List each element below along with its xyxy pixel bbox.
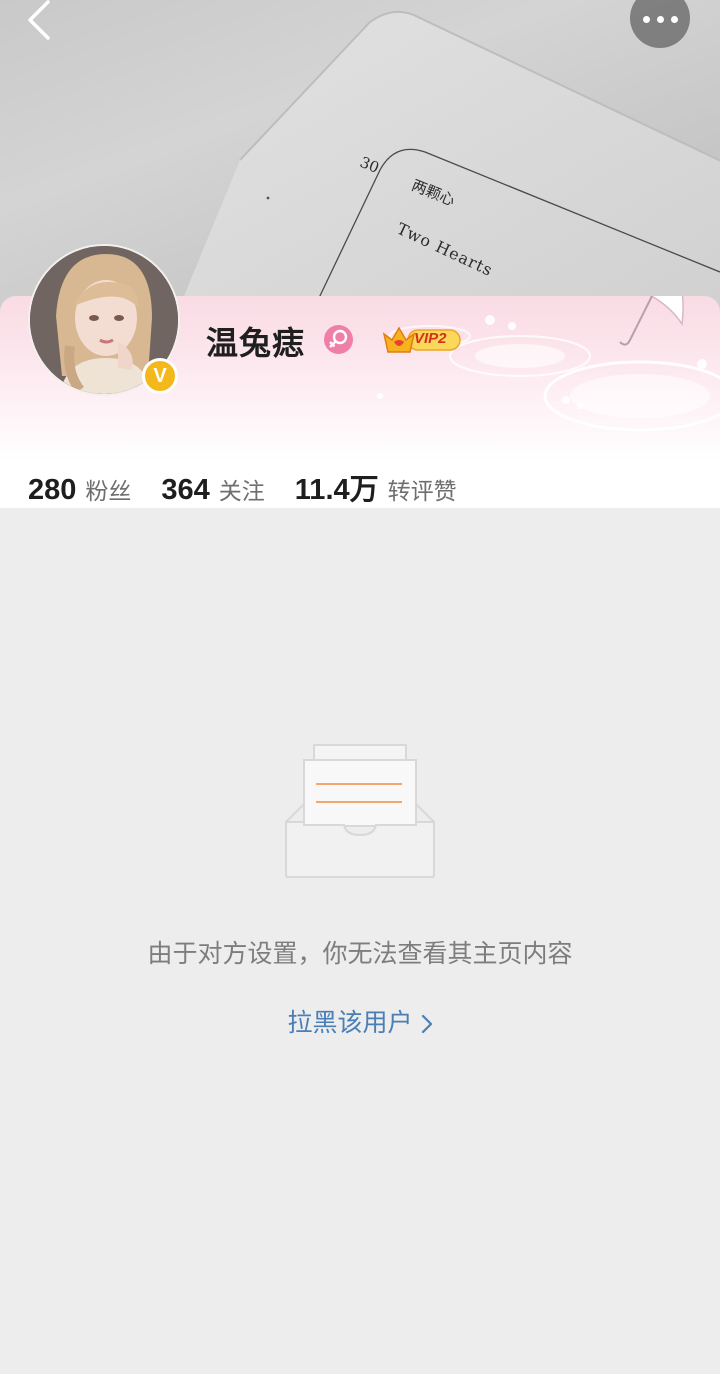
stat-likes[interactable]: 11.4万 转评赞 bbox=[295, 466, 457, 508]
chevron-right-icon bbox=[421, 1014, 432, 1034]
stat-following[interactable]: 364 关注 bbox=[161, 472, 264, 507]
empty-box-icon bbox=[285, 744, 435, 878]
stat-value: 280 bbox=[28, 474, 77, 506]
username: 温兔痣 bbox=[206, 324, 306, 362]
stat-label: 关注 bbox=[218, 479, 265, 505]
back-button[interactable] bbox=[18, 0, 68, 44]
block-user-label: 拉黑该用户 bbox=[287, 1008, 413, 1037]
stat-fans[interactable]: 280 粉丝 bbox=[28, 472, 131, 507]
vip-label: VIP2 bbox=[414, 330, 447, 347]
empty-state-message: 由于对方设置，你无法查看其主页内容 bbox=[147, 939, 573, 968]
stat-label: 转评赞 bbox=[387, 479, 457, 505]
stat-value: 11.4万 bbox=[294, 474, 379, 506]
block-user-link[interactable]: 拉黑该用户 bbox=[0, 1003, 720, 1039]
stat-label: 粉丝 bbox=[85, 479, 132, 505]
female-icon bbox=[324, 325, 353, 354]
verified-badge: V bbox=[142, 358, 178, 394]
chevron-left-icon bbox=[28, 0, 50, 40]
stat-value: 364 bbox=[161, 474, 210, 506]
profile-stats: 280 粉丝 364 关注 11.4万 转评赞 bbox=[28, 466, 487, 506]
